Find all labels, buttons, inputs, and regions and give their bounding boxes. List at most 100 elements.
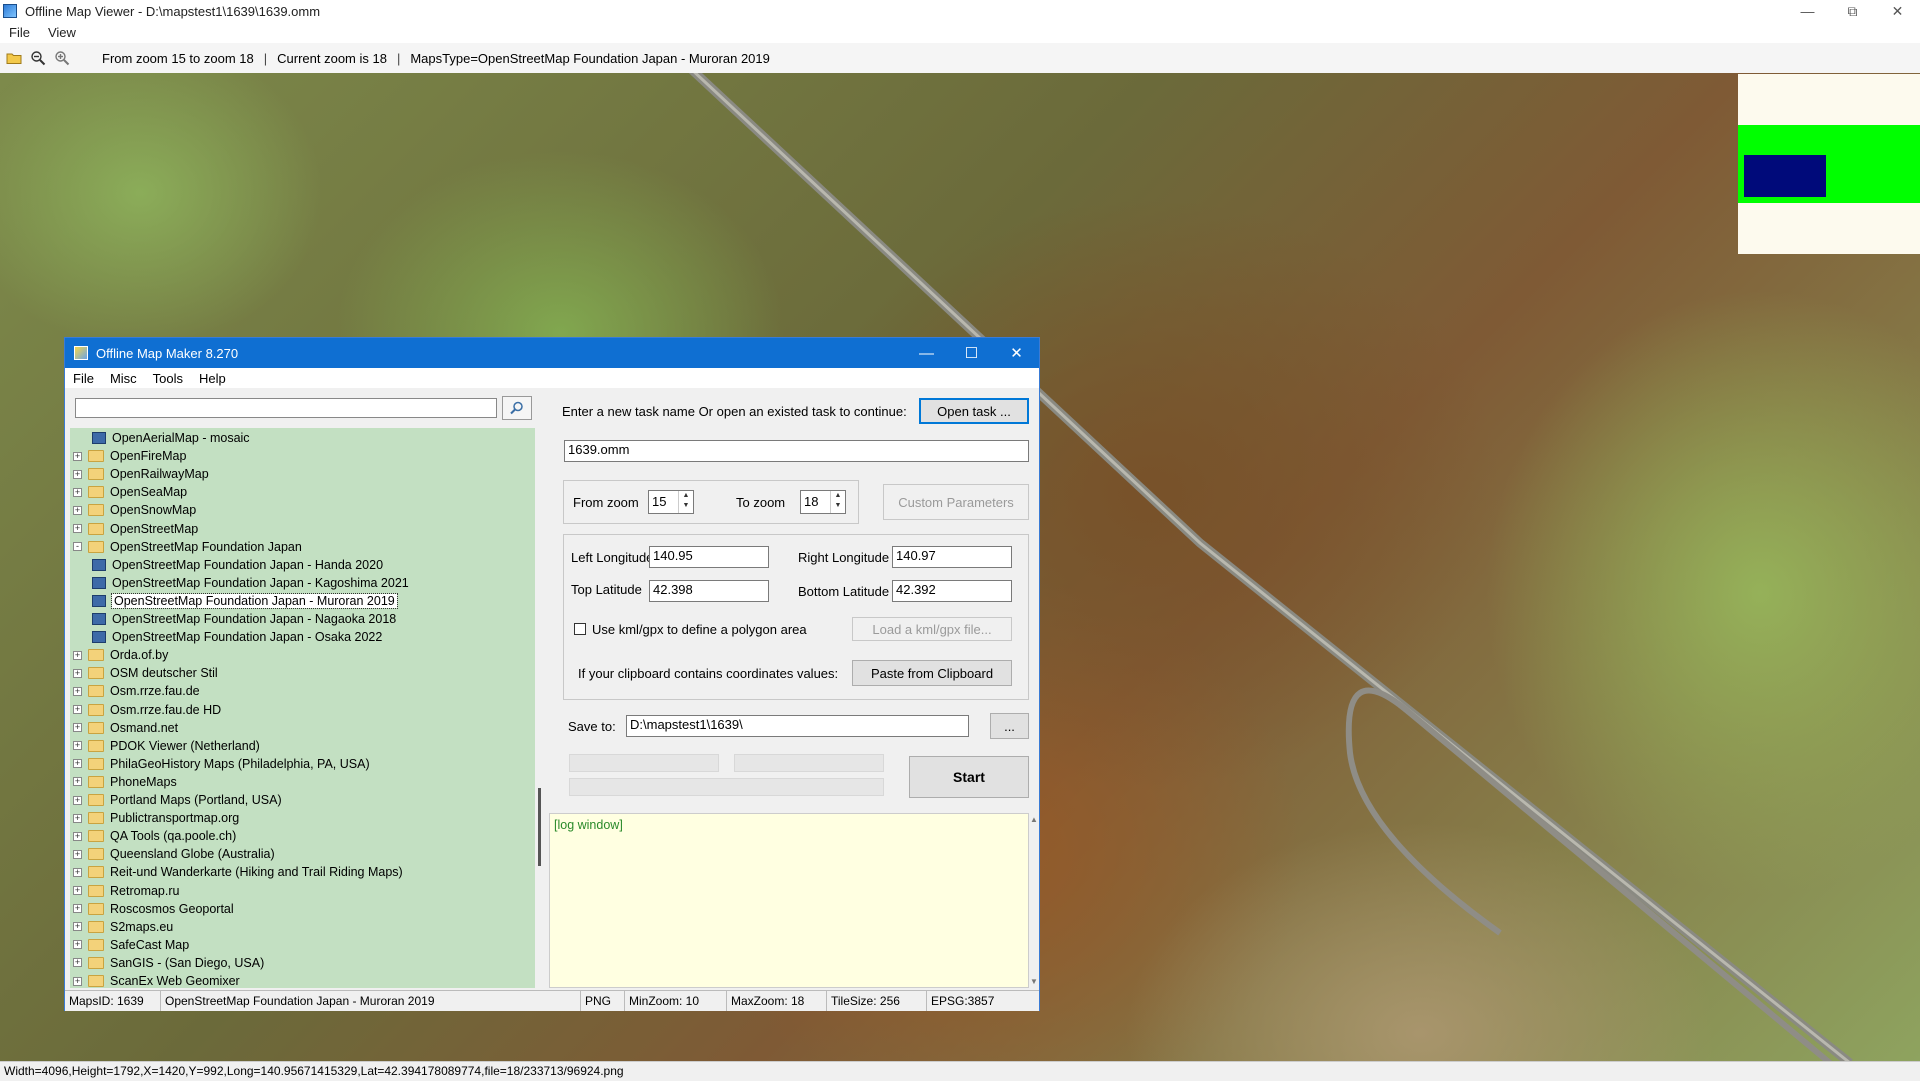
expand-icon[interactable]: + bbox=[73, 958, 82, 968]
maker-minimize-button[interactable]: — bbox=[904, 338, 949, 368]
tree-folder[interactable]: + SanGIS - (San Diego, USA) bbox=[73, 954, 264, 972]
tree-folder[interactable]: + Publictransportmap.org bbox=[73, 809, 239, 827]
spinner-arrows-icon[interactable]: ▲ ▼ bbox=[678, 491, 693, 513]
save-to-input[interactable]: D:\mapstest1\1639\ bbox=[626, 715, 969, 737]
expand-icon[interactable]: + bbox=[73, 849, 82, 859]
tree-folder[interactable]: + OpenStreetMap bbox=[73, 520, 198, 538]
tree-map-item[interactable]: OpenStreetMap Foundation Japan - Handa 2… bbox=[92, 556, 383, 574]
scroll-up-icon[interactable]: ▲ bbox=[1030, 815, 1038, 824]
tree-folder[interactable]: + OpenFireMap bbox=[73, 447, 186, 465]
tree-scrollbar-thumb[interactable] bbox=[538, 788, 541, 866]
maker-menu-misc[interactable]: Misc bbox=[102, 371, 145, 386]
menu-view[interactable]: View bbox=[39, 25, 85, 40]
map-source-tree[interactable]: OpenAerialMap - mosaic + OpenFireMap + OpenR… bbox=[70, 428, 535, 988]
expand-icon[interactable]: + bbox=[73, 723, 82, 733]
tree-folder[interactable]: + Orda.of.by bbox=[73, 646, 168, 664]
tree-folder[interactable]: + Osm.rrze.fau.de bbox=[73, 682, 200, 700]
collapse-icon[interactable]: - bbox=[73, 542, 82, 552]
maker-maximize-button[interactable]: ☐ bbox=[949, 338, 994, 368]
tree-folder[interactable]: + OpenSeaMap bbox=[73, 483, 187, 501]
tree-folder[interactable]: - OpenStreetMap Foundation Japan bbox=[73, 538, 302, 556]
menu-file[interactable]: File bbox=[0, 25, 39, 40]
maker-menu-help[interactable]: Help bbox=[191, 371, 234, 386]
spinner-arrows-icon[interactable]: ▲ ▼ bbox=[830, 491, 845, 513]
load-kml-button[interactable]: Load a kml/gpx file... bbox=[852, 617, 1012, 641]
tree-folder[interactable]: + Portland Maps (Portland, USA) bbox=[73, 791, 282, 809]
zoom-out-icon[interactable] bbox=[28, 48, 48, 68]
expand-icon[interactable]: + bbox=[73, 831, 82, 841]
tree-folder[interactable]: + OSM deutscher Stil bbox=[73, 664, 218, 682]
to-zoom-spinner[interactable]: 18 ▲ ▼ bbox=[800, 490, 846, 514]
maker-menu-file[interactable]: File bbox=[65, 371, 102, 386]
open-folder-icon[interactable] bbox=[4, 48, 24, 68]
expand-icon[interactable]: + bbox=[73, 505, 82, 515]
tree-folder[interactable]: + PhilaGeoHistory Maps (Philadelphia, PA,… bbox=[73, 755, 370, 773]
tree-folder[interactable]: + Osmand.net bbox=[73, 719, 178, 737]
log-scrollbar[interactable]: ▲ ▼ bbox=[1029, 813, 1039, 988]
expand-icon[interactable]: + bbox=[73, 469, 82, 479]
top-latitude-input[interactable]: 42.398 bbox=[649, 580, 769, 602]
expand-icon[interactable]: + bbox=[73, 668, 82, 678]
expand-icon[interactable]: + bbox=[73, 886, 82, 895]
tree-folder[interactable]: + Roscosmos Geoportal bbox=[73, 900, 234, 918]
expand-icon[interactable]: + bbox=[73, 867, 82, 877]
expand-icon[interactable]: + bbox=[73, 705, 82, 714]
expand-icon[interactable]: + bbox=[73, 451, 82, 461]
tree-folder[interactable]: + Queensland Globe (Australia) bbox=[73, 845, 275, 863]
map-search-input[interactable] bbox=[75, 398, 497, 418]
from-zoom-spinner[interactable]: 15 ▲ ▼ bbox=[648, 490, 694, 514]
tree-map-item[interactable]: OpenStreetMap Foundation Japan - Muroran… bbox=[92, 592, 398, 610]
tree-folder[interactable]: + OpenSnowMap bbox=[73, 501, 196, 519]
open-task-button[interactable]: Open task ... bbox=[919, 398, 1029, 424]
minimap-viewport[interactable] bbox=[1744, 155, 1826, 197]
use-kml-checkbox[interactable] bbox=[574, 623, 586, 635]
tree-folder[interactable]: + ScanEx Web Geomixer bbox=[73, 972, 240, 988]
tree-map-item[interactable]: OpenStreetMap Foundation Japan - Kagoshi… bbox=[92, 574, 409, 592]
log-window[interactable]: [log window] bbox=[549, 813, 1029, 988]
expand-icon[interactable]: + bbox=[73, 795, 82, 805]
tree-map-item[interactable]: OpenStreetMap Foundation Japan - Nagaoka… bbox=[92, 610, 396, 628]
tree-map-item[interactable]: OpenAerialMap - mosaic bbox=[92, 429, 250, 447]
expand-icon[interactable]: + bbox=[73, 922, 82, 932]
task-name-input[interactable]: 1639.omm bbox=[564, 440, 1029, 462]
close-button[interactable]: ✕ bbox=[1875, 0, 1920, 22]
folder-icon bbox=[88, 775, 104, 788]
expand-icon[interactable]: + bbox=[73, 777, 82, 787]
tree-folder[interactable]: + SafeCast Map bbox=[73, 936, 189, 954]
tree-map-item[interactable]: OpenStreetMap Foundation Japan - Osaka 2… bbox=[92, 628, 382, 646]
zoom-in-icon[interactable] bbox=[52, 48, 72, 68]
expand-icon[interactable]: + bbox=[73, 487, 82, 497]
scroll-down-icon[interactable]: ▼ bbox=[1030, 977, 1038, 986]
tree-folder[interactable]: + PDOK Viewer (Netherland) bbox=[73, 737, 260, 755]
overview-minimap[interactable] bbox=[1738, 74, 1920, 254]
expand-icon[interactable]: + bbox=[73, 904, 82, 914]
maker-menu-tools[interactable]: Tools bbox=[145, 371, 191, 386]
maker-close-button[interactable]: ✕ bbox=[994, 338, 1039, 368]
expand-icon[interactable]: + bbox=[73, 759, 82, 769]
expand-icon[interactable]: + bbox=[73, 686, 82, 696]
bottom-latitude-input[interactable]: 42.392 bbox=[892, 580, 1012, 602]
left-longitude-input[interactable]: 140.95 bbox=[649, 546, 769, 568]
expand-icon[interactable]: + bbox=[73, 976, 82, 986]
tree-folder[interactable]: + PhoneMaps bbox=[73, 773, 177, 791]
expand-icon[interactable]: + bbox=[73, 650, 82, 660]
right-longitude-input[interactable]: 140.97 bbox=[892, 546, 1012, 568]
restore-button[interactable]: ⧉ bbox=[1830, 0, 1875, 22]
custom-parameters-button[interactable]: Custom Parameters bbox=[883, 484, 1029, 520]
tree-folder[interactable]: + OpenRailwayMap bbox=[73, 465, 209, 483]
tree-folder[interactable]: + QA Tools (qa.poole.ch) bbox=[73, 827, 236, 845]
tree-folder[interactable]: + S2maps.eu bbox=[73, 918, 173, 936]
minimize-button[interactable]: — bbox=[1785, 0, 1830, 22]
tree-folder[interactable]: + Osm.rrze.fau.de HD bbox=[73, 701, 221, 719]
expand-icon[interactable]: + bbox=[73, 524, 82, 533]
start-button[interactable]: Start bbox=[909, 756, 1029, 798]
browse-folder-button[interactable]: ... bbox=[990, 713, 1029, 739]
expand-icon[interactable]: + bbox=[73, 813, 82, 823]
tree-folder[interactable]: + Reit-und Wanderkarte (Hiking and Trail … bbox=[73, 863, 403, 881]
expand-icon[interactable]: + bbox=[73, 940, 82, 950]
tree-folder[interactable]: + Retromap.ru bbox=[73, 882, 179, 900]
paste-clipboard-button[interactable]: Paste from Clipboard bbox=[852, 660, 1012, 686]
search-button[interactable] bbox=[502, 396, 532, 420]
tree-scrollbar[interactable] bbox=[535, 428, 545, 988]
expand-icon[interactable]: + bbox=[73, 741, 82, 751]
